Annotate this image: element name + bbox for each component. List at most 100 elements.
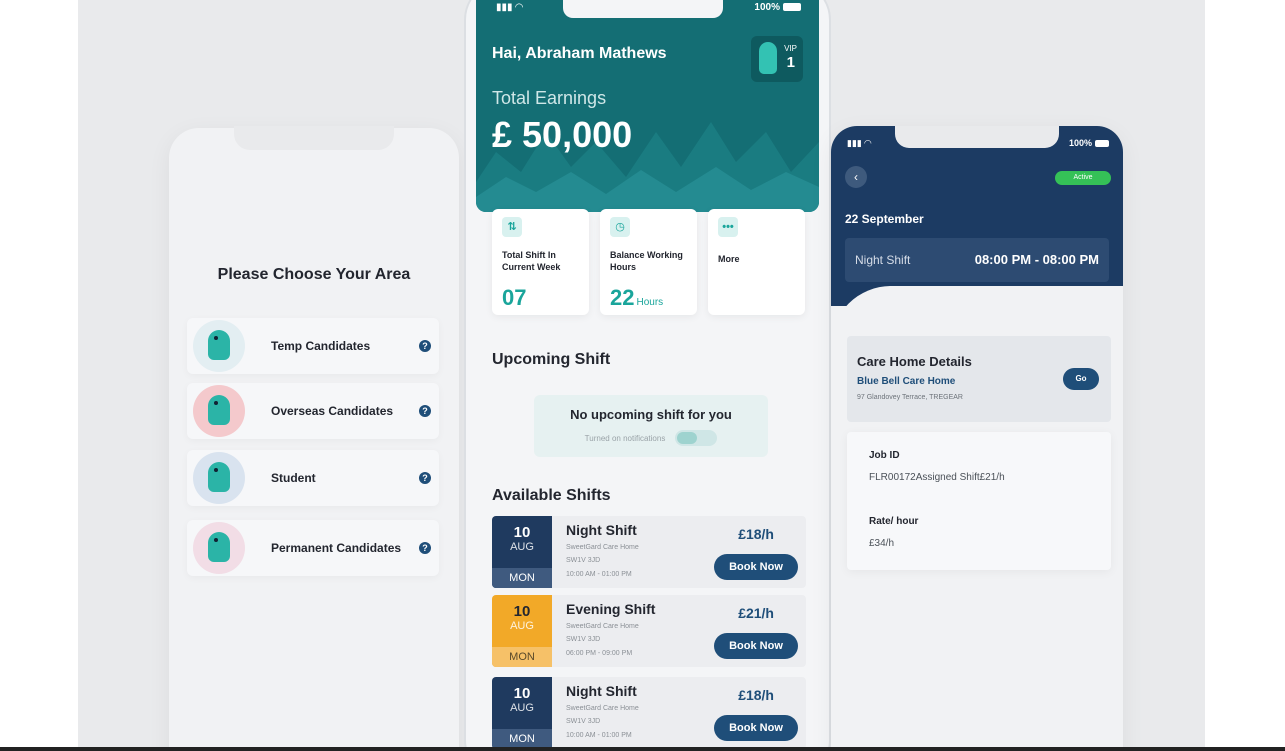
stat-card-more[interactable]: ••• More	[708, 209, 805, 315]
stat-card-total-shift[interactable]: ⇅ Total Shift In Current Week 07	[492, 209, 589, 315]
shift-day: 10	[513, 685, 531, 702]
shift-title: Evening Shift	[566, 601, 656, 617]
back-arrow-icon[interactable]: ‹	[845, 166, 867, 188]
job-id-value: FLR00172Assigned Shift£21/h	[869, 472, 1005, 483]
shift-weekday: MON	[492, 647, 552, 667]
plane-dino-icon	[193, 385, 245, 437]
shift-home: SweetGard Care Home	[566, 623, 639, 630]
battery-status: 100%	[1069, 138, 1109, 148]
vip-label: VIP	[784, 44, 797, 53]
shift-day: 10	[513, 603, 531, 620]
care-home-title: Care Home Details	[857, 354, 972, 369]
shift-rate: £21/h	[738, 605, 774, 621]
shift-date: 10 AUG MON	[492, 516, 552, 588]
battery-icon	[783, 3, 801, 12]
shift-month: AUG	[510, 541, 534, 553]
shift-weekday: MON	[492, 568, 552, 588]
shift-rate: £18/h	[738, 687, 774, 703]
shift-date: 10 AUG MON	[492, 677, 552, 747]
shift-date: 10 AUG MON	[492, 595, 552, 667]
shift-title: Night Shift	[566, 683, 637, 699]
info-icon[interactable]: ?	[419, 472, 431, 484]
go-button[interactable]: Go	[1063, 368, 1099, 390]
area-item-permanent-candidates[interactable]: Permanent Candidates ?	[187, 520, 439, 576]
info-icon[interactable]: ?	[419, 542, 431, 554]
shift-name: Night Shift	[855, 253, 911, 267]
stat-label: Balance Working Hours	[610, 250, 683, 272]
shift-postcode: SW1V 3JD	[566, 636, 601, 643]
shift-postcode: SW1V 3JD	[566, 557, 601, 564]
vip-level: 1	[786, 54, 795, 71]
info-icon[interactable]: ?	[419, 340, 431, 352]
area-item-label: Overseas Candidates	[271, 404, 394, 418]
shift-home: SweetGard Care Home	[566, 705, 639, 712]
rate-value: £34/h	[869, 538, 895, 549]
dashboard-phone: ▮▮▮ ◠ 100% Hai, Abraham Mathews VIP 1 To…	[464, 0, 831, 747]
care-home-card: Care Home Details Blue Bell Care Home 97…	[847, 336, 1111, 422]
shift-date-heading: 22 September	[845, 212, 924, 226]
stat-card-balance-hours[interactable]: ◷ Balance Working Hours 22 Hours	[600, 209, 697, 315]
bottom-border	[0, 747, 1285, 751]
area-item-temp-candidates[interactable]: Temp Candidates ?	[187, 318, 439, 374]
area-item-student[interactable]: Student ?	[187, 450, 439, 506]
book-now-button[interactable]: Book Now	[714, 554, 798, 580]
battery-icon	[1095, 140, 1109, 148]
book-now-button[interactable]: Book Now	[714, 715, 798, 741]
book-now-button[interactable]: Book Now	[714, 633, 798, 659]
stat-value: 07	[502, 285, 527, 310]
mockup-stage: Please Choose Your Area Temp Candidates …	[78, 0, 1205, 747]
notifications-label: Turned on notifications	[584, 433, 666, 443]
phone-notch	[234, 126, 394, 150]
laptop-dino-icon	[193, 522, 245, 574]
shift-time: 10:00 AM - 01:00 PM	[566, 571, 632, 578]
notifications-row: Turned on notifications	[534, 430, 768, 446]
area-item-label: Permanent Candidates	[271, 541, 402, 555]
shift-time: 10:00 AM - 01:00 PM	[566, 732, 632, 739]
shift-details-phone: ▮▮▮ ◠ 100% ‹ Active 22 September Night S…	[831, 126, 1123, 747]
job-details-card: Job ID FLR00172Assigned Shift£21/h Rate/…	[847, 432, 1111, 570]
calendar-dino-icon	[193, 320, 245, 372]
care-home-name: Blue Bell Care Home	[857, 376, 956, 387]
shift-rate: £18/h	[738, 526, 774, 542]
no-upcoming-shift-text: No upcoming shift for you	[570, 407, 732, 422]
stat-label: Total Shift In Current Week	[502, 250, 561, 272]
shift-summary-bar: Night Shift 08:00 PM - 08:00 PM	[845, 238, 1109, 282]
phone-notch	[563, 0, 723, 18]
earnings-header: ▮▮▮ ◠ 100% Hai, Abraham Mathews VIP 1 To…	[476, 0, 819, 212]
info-icon[interactable]: ?	[419, 405, 431, 417]
signal-wifi-icon: ▮▮▮ ◠	[496, 2, 523, 13]
area-title: Please Choose Your Area	[217, 266, 411, 283]
shift-time-range: 08:00 PM - 08:00 PM	[974, 252, 1099, 267]
shift-home: SweetGard Care Home	[566, 544, 639, 551]
phone-notch	[895, 126, 1059, 148]
stat-unit: Hours	[636, 297, 664, 308]
available-shifts-title: Available Shifts	[492, 487, 611, 504]
area-selection-phone: Please Choose Your Area Temp Candidates …	[169, 126, 459, 747]
area-item-label: Student	[271, 471, 316, 485]
shift-weekday: MON	[492, 729, 552, 747]
stat-value: 22 Hours	[610, 285, 664, 310]
shift-card[interactable]: 10 AUG MON Evening Shift SweetGard Care …	[492, 595, 806, 667]
battery-status: 100%	[754, 2, 801, 13]
rate-label: Rate/ hour	[869, 516, 919, 527]
area-item-label: Temp Candidates	[271, 339, 371, 353]
clock-icon: ◷	[610, 217, 630, 237]
job-id-label: Job ID	[869, 450, 900, 461]
notifications-toggle[interactable]	[675, 430, 718, 446]
total-earnings-label: Total Earnings	[492, 88, 607, 108]
shift-month: AUG	[510, 702, 534, 714]
vip-badge[interactable]: VIP 1	[751, 36, 803, 82]
stat-label: More	[718, 254, 740, 264]
shift-card[interactable]: 10 AUG MON Night Shift SweetGard Care Ho…	[492, 516, 806, 588]
dino-mascot-icon	[759, 42, 777, 74]
shift-time: 06:00 PM - 09:00 PM	[566, 650, 633, 657]
shift-day: 10	[513, 524, 531, 541]
more-dots-icon: •••	[718, 217, 738, 237]
status-badge: Active	[1055, 171, 1111, 185]
shift-title: Night Shift	[566, 522, 637, 538]
area-item-overseas-candidates[interactable]: Overseas Candidates ?	[187, 383, 439, 439]
upcoming-shift-title: Upcoming Shift	[492, 351, 611, 368]
signal-wifi-icon: ▮▮▮ ◠	[847, 138, 872, 148]
total-earnings-value: £ 50,000	[492, 114, 633, 155]
shift-card[interactable]: 10 AUG MON Night Shift SweetGard Care Ho…	[492, 677, 806, 747]
